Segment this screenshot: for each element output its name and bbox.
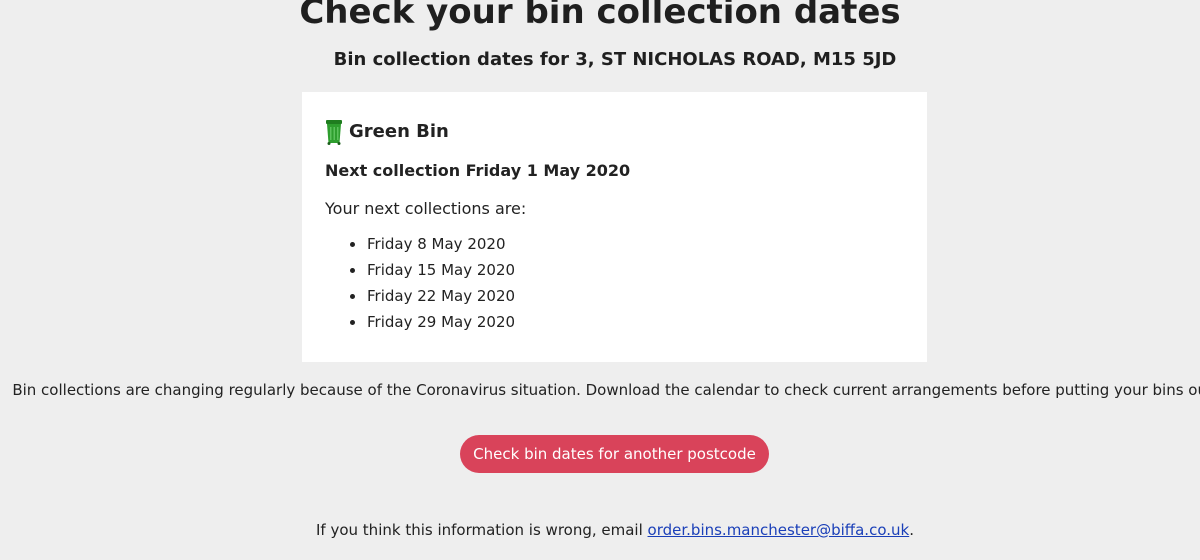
wheelie-bin-icon <box>324 119 344 145</box>
bullet-icon <box>350 320 355 325</box>
footer-prefix: If you think this information is wrong, … <box>316 521 648 539</box>
collection-date-item: Friday 8 May 2020 <box>348 231 515 257</box>
footer-suffix: . <box>909 521 914 539</box>
collection-date: Friday 22 May 2020 <box>367 287 516 305</box>
page-title: Check your bin collection dates <box>299 0 901 32</box>
collection-dates-list: Friday 8 May 2020 Friday 15 May 2020 Fri… <box>348 231 515 335</box>
bin-title-row: Green Bin <box>324 119 449 145</box>
coronavirus-notice: Bin collections are changing regularly b… <box>12 381 1200 399</box>
collection-date-item: Friday 15 May 2020 <box>348 257 515 283</box>
footer-text: If you think this information is wrong, … <box>0 517 1200 543</box>
bullet-icon <box>350 242 355 247</box>
next-collection: Next collection Friday 1 May 2020 <box>325 161 631 180</box>
collection-date: Friday 29 May 2020 <box>367 313 516 331</box>
next-collections-label: Your next collections are: <box>325 199 527 218</box>
email-link[interactable]: order.bins.manchester@biffa.co.uk <box>648 521 910 539</box>
bullet-icon <box>350 294 355 299</box>
collection-date: Friday 8 May 2020 <box>367 235 506 253</box>
bin-name: Green Bin <box>349 121 449 142</box>
address-heading: Bin collection dates for 3, ST NICHOLAS … <box>333 49 897 70</box>
another-postcode-button[interactable]: Check bin dates for another postcode <box>460 435 769 473</box>
collection-date-item: Friday 29 May 2020 <box>348 309 515 335</box>
collection-date: Friday 15 May 2020 <box>367 261 516 279</box>
bullet-icon <box>350 268 355 273</box>
collection-date-item: Friday 22 May 2020 <box>348 283 515 309</box>
bin-card: Green Bin Next collection Friday 1 May 2… <box>302 92 927 362</box>
